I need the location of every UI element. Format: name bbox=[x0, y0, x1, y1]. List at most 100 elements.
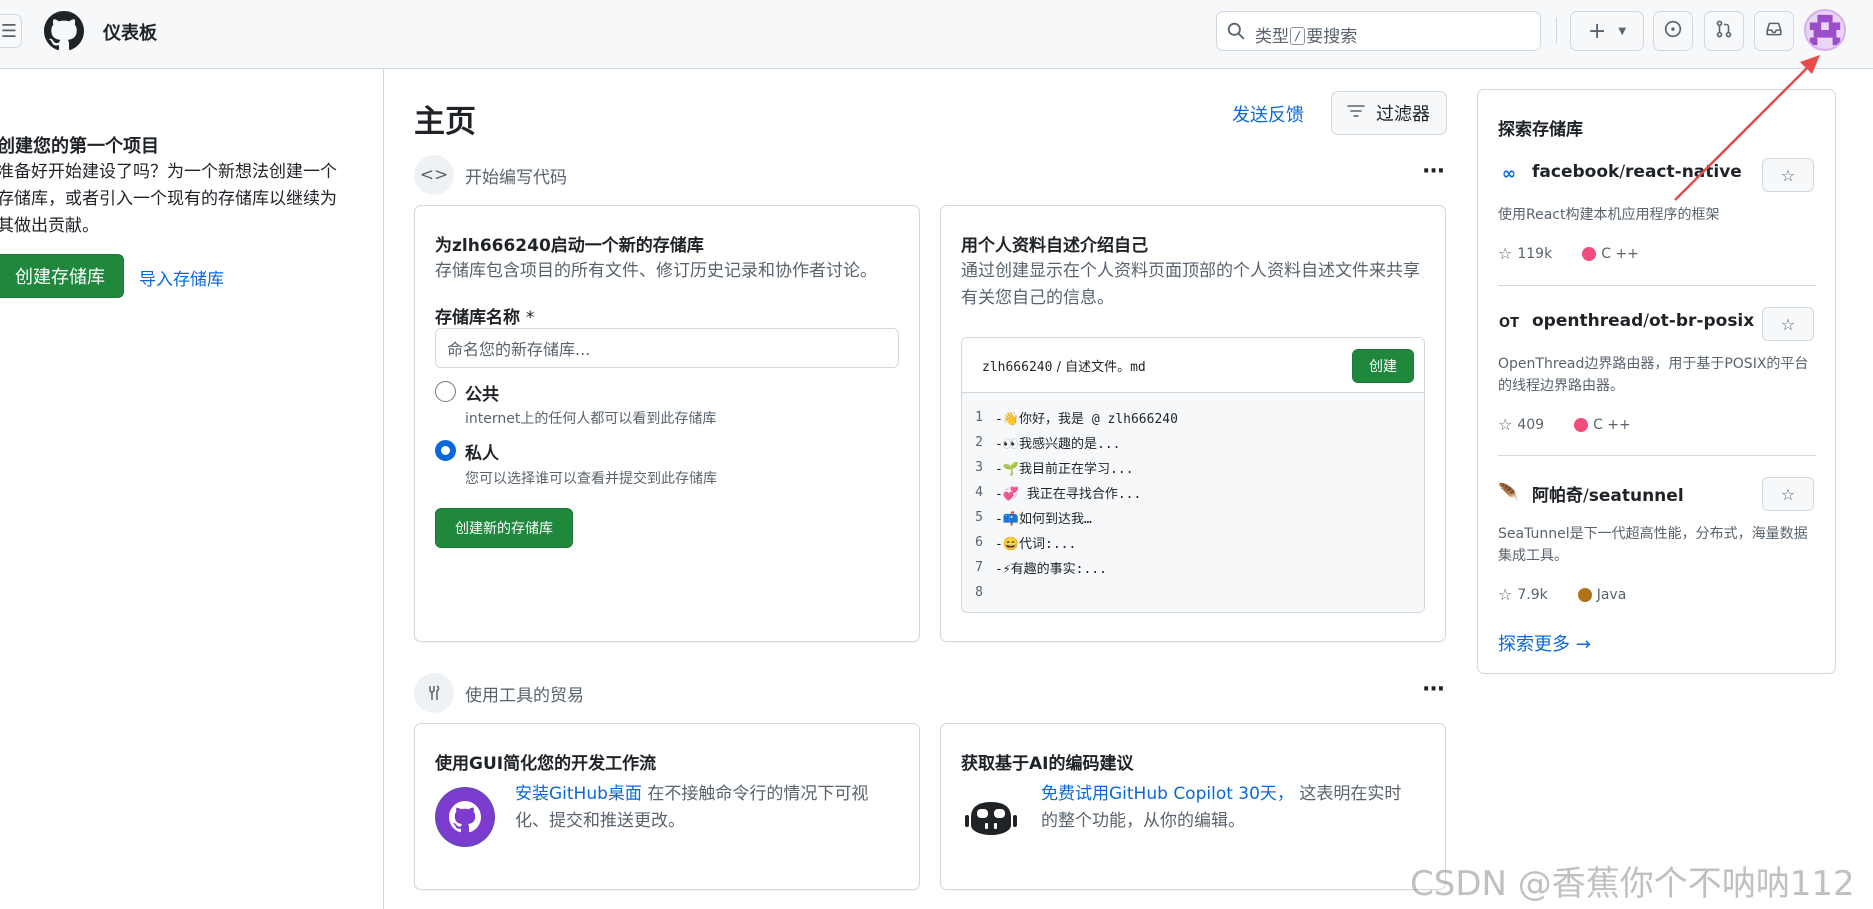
pull-requests-button[interactable] bbox=[1704, 11, 1744, 51]
create-readme-button[interactable]: 创建 bbox=[1352, 349, 1414, 383]
star-button[interactable]: ☆ bbox=[1762, 307, 1814, 341]
header-divider bbox=[1556, 18, 1557, 44]
section-label: 使用工具的贸易 bbox=[465, 685, 584, 706]
page-context-title[interactable]: 仪表板 bbox=[103, 19, 157, 45]
repo-name-input[interactable]: 命名您的新存储库... bbox=[435, 328, 899, 368]
star-icon: ☆ bbox=[1780, 314, 1796, 334]
explore-more-link[interactable]: 探索更多 → bbox=[1498, 630, 1591, 656]
triangle-down-icon: ▼ bbox=[1618, 25, 1627, 37]
section-start-coding: <> 开始编写代码 bbox=[414, 155, 567, 195]
language-color-dot bbox=[1577, 587, 1592, 602]
star-button[interactable]: ☆ bbox=[1762, 477, 1814, 511]
install-desktop-link[interactable]: 安装GitHub桌面 bbox=[515, 784, 642, 804]
create-new-repository-button[interactable]: 创建新的存储库 bbox=[435, 508, 573, 548]
create-repository-button[interactable]: 创建存储库 bbox=[0, 254, 124, 298]
card-description: 存储库包含项目的所有文件、修订历史记录和协作者讨论。 bbox=[435, 261, 877, 281]
readme-header: zlh666240 / 自述文件。md 创建 bbox=[962, 338, 1424, 393]
public-label: 公共 bbox=[465, 385, 499, 405]
repo-description: SeaTunnel是下一代超高性能，分布式，海量数据集成工具。 bbox=[1498, 526, 1808, 564]
public-radio[interactable] bbox=[435, 381, 456, 402]
explore-repo-item: 🪶 阿帕奇/seatunnel ☆ SeaTunnel是下一代超高性能，分布式，… bbox=[1498, 477, 1816, 607]
sidebar-title: 创建您的第一个项目 bbox=[0, 136, 159, 157]
avatar[interactable] bbox=[1804, 9, 1846, 51]
issue-opened-icon bbox=[1664, 20, 1682, 42]
hamburger-icon: ☰ bbox=[0, 20, 18, 42]
section-label: 开始编写代码 bbox=[465, 167, 567, 188]
explore-repo-item: ∞ facebook/react-native ☆ 使用React构建本机应用程… bbox=[1498, 158, 1816, 268]
repo-meta: ☆ 7.9k Java bbox=[1498, 585, 1626, 604]
repo-meta: ☆ 119k C ++ bbox=[1498, 244, 1639, 263]
github-logo-icon[interactable] bbox=[44, 11, 84, 55]
star-count: 409 bbox=[1517, 416, 1545, 433]
identicon-avatar-icon bbox=[1809, 14, 1841, 46]
public-help: internet上的任何人都可以看到此存储库 bbox=[465, 411, 717, 427]
inbox-button[interactable] bbox=[1754, 11, 1794, 51]
menu-button[interactable]: ☰ bbox=[0, 14, 22, 48]
language-label: C ++ bbox=[1601, 245, 1639, 262]
repo-link[interactable]: openthread/ot-br-posix bbox=[1532, 311, 1754, 331]
star-icon: ☆ bbox=[1780, 484, 1796, 504]
import-repository-link[interactable]: 导入存储库 bbox=[139, 265, 224, 290]
inbox-icon bbox=[1765, 20, 1783, 42]
card-title: 获取基于AI的编码建议 bbox=[961, 754, 1134, 774]
readme-preview: zlh666240 / 自述文件。md 创建 1 -👋你好，我是 @ zlh666… bbox=[961, 337, 1425, 613]
issues-button[interactable] bbox=[1653, 11, 1693, 51]
repo-name-label: 存储库名称 * bbox=[435, 308, 535, 328]
private-label: 私人 bbox=[465, 444, 499, 464]
card-title: 用个人资料自述介绍自己 bbox=[961, 236, 1148, 256]
search-icon bbox=[1227, 22, 1245, 44]
copilot-icon bbox=[961, 787, 1021, 847]
openthread-logo-icon: OT bbox=[1499, 315, 1519, 331]
repo-link[interactable]: facebook/react-native bbox=[1532, 162, 1742, 182]
code-line: 2 -👀我感兴趣的是... bbox=[975, 435, 1121, 452]
code-line: 7 -⚡有趣的事实:... bbox=[975, 560, 1107, 577]
code-line: 3 -🌱我目前正在学习... bbox=[975, 460, 1134, 477]
section-options-kebab-icon[interactable]: ··· bbox=[1422, 677, 1445, 702]
private-radio[interactable] bbox=[435, 440, 456, 461]
language-color-dot bbox=[1574, 417, 1589, 432]
star-count: 7.9k bbox=[1517, 586, 1548, 603]
send-feedback-link[interactable]: 发送反馈 bbox=[1232, 101, 1304, 127]
search-shortcut-key: / bbox=[1290, 27, 1306, 45]
divider bbox=[1498, 285, 1816, 286]
apache-feather-icon: 🪶 bbox=[1498, 483, 1520, 503]
star-count-icon: ☆ bbox=[1498, 244, 1513, 263]
code-line: 8 bbox=[975, 585, 983, 600]
card-title: 为zlh666240启动一个新的存储库 bbox=[435, 236, 704, 256]
tool-description: 安装GitHub桌面 在不接触命令行的情况下可视化、提交和推送更改。 bbox=[515, 784, 869, 831]
create-new-dropdown-button[interactable]: + ▼ bbox=[1570, 11, 1644, 51]
new-repository-card: 为zlh666240启动一个新的存储库 存储库包含项目的所有文件、修订历史记录和… bbox=[414, 205, 920, 642]
filter-button[interactable]: 过滤器 bbox=[1331, 91, 1447, 135]
card-title: 使用GUI简化您的开发工作流 bbox=[435, 754, 657, 774]
search-input[interactable]: 类型 / 要搜索 bbox=[1216, 11, 1541, 51]
code-line: 5 -📫如何到达我… bbox=[975, 510, 1092, 527]
search-placeholder: 类型 / 要搜索 bbox=[1255, 27, 1358, 47]
star-icon: ☆ bbox=[1780, 165, 1796, 185]
readme-filename: zlh666240 / 自述文件。md bbox=[982, 360, 1146, 375]
star-count-icon: ☆ bbox=[1498, 585, 1513, 604]
filter-label: 过滤器 bbox=[1376, 104, 1430, 125]
language-color-dot bbox=[1582, 246, 1597, 261]
code-line: 4 -💞️ 我正在寻找合作... bbox=[975, 485, 1142, 502]
plus-icon: + bbox=[1587, 18, 1607, 44]
filter-icon bbox=[1346, 103, 1366, 124]
page-title: 主页 bbox=[414, 104, 476, 140]
code-icon: <> bbox=[414, 155, 454, 195]
code-line: 6 -😄代词:... bbox=[975, 535, 1077, 552]
code-line: 1 -👋你好，我是 @ zlh666240 bbox=[975, 410, 1178, 427]
meta-logo-icon: ∞ bbox=[1501, 164, 1517, 184]
language-label: C ++ bbox=[1593, 416, 1631, 433]
github-desktop-icon bbox=[435, 787, 495, 847]
copilot-trial-link[interactable]: 免费试用GitHub Copilot 30天， bbox=[1041, 784, 1294, 804]
top-header: ☰ 仪表板 类型 / 要搜索 + ▼ bbox=[0, 0, 1873, 69]
star-count: 119k bbox=[1517, 245, 1553, 262]
section-options-kebab-icon[interactable]: ··· bbox=[1422, 159, 1445, 184]
repo-description: OpenThread边界路由器，用于基于POSIX的平台的线程边界路由器。 bbox=[1498, 356, 1809, 394]
card-description: 通过创建显示在个人资料页面顶部的个人资料自述文件来共享有关您自己的信息。 bbox=[961, 261, 1420, 308]
panel-title: 探索存储库 bbox=[1498, 120, 1583, 140]
language-label: Java bbox=[1596, 586, 1627, 603]
repo-link[interactable]: 阿帕奇/seatunnel bbox=[1532, 481, 1684, 506]
star-count-icon: ☆ bbox=[1498, 415, 1513, 434]
section-tools: 使用工具的贸易 bbox=[414, 673, 584, 713]
star-button[interactable]: ☆ bbox=[1762, 158, 1814, 192]
